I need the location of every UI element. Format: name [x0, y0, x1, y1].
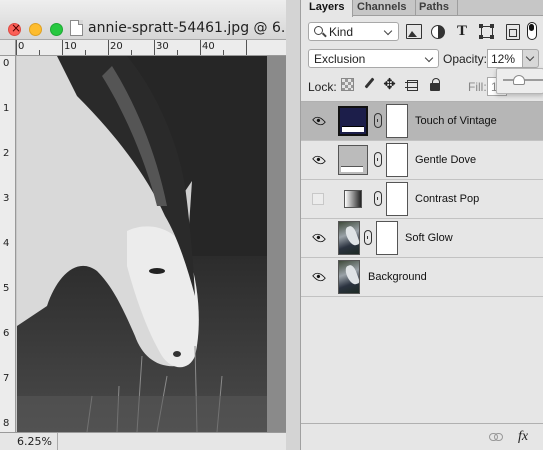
document-title: annie-spratt-54461.jpg @ 6.2... [88, 20, 284, 36]
visibility-eye-icon[interactable] [312, 114, 326, 128]
tab-layers[interactable]: Layers [301, 0, 354, 17]
ruler-label: 4 [3, 238, 10, 249]
pixel-layer-filter-icon[interactable] [406, 24, 422, 39]
adjustment-thumbnail [338, 145, 368, 175]
layer-mask-thumbnail[interactable] [376, 221, 398, 255]
document-status-bar: 6.25% [0, 432, 286, 450]
layer-name[interactable]: Touch of Vintage [415, 115, 497, 127]
horse-silhouette-art [17, 56, 267, 432]
ruler-label: 0 [3, 58, 10, 69]
layer-row[interactable]: Gentle Dove [301, 141, 543, 180]
opacity-slider-thumb[interactable] [513, 75, 525, 85]
mask-link-icon[interactable] [374, 191, 382, 206]
panel-tab-bar: Layers Channels Paths [301, 0, 543, 17]
layer-row[interactable]: Soft Glow [301, 219, 543, 258]
layer-filter-label: Kind [329, 25, 354, 39]
chevron-down-icon [383, 26, 393, 36]
document-file-icon [70, 20, 83, 36]
search-icon [314, 26, 323, 35]
layer-name[interactable]: Soft Glow [405, 232, 453, 244]
zoom-level-field[interactable]: 6.25% [0, 433, 58, 450]
visibility-off-box[interactable] [312, 193, 324, 205]
chevron-down-icon [424, 53, 434, 63]
gradient-map-thumbnail [344, 190, 362, 208]
ruler-origin[interactable] [0, 40, 16, 56]
lock-image-pixels-icon[interactable] [363, 78, 376, 91]
layer-name[interactable]: Contrast Pop [415, 193, 479, 205]
filter-toggle-switch[interactable] [527, 22, 537, 40]
vertical-ruler[interactable]: 0 1 2 3 4 5 6 7 8 [0, 56, 16, 432]
chevron-down-icon [525, 52, 535, 62]
opacity-input[interactable]: 12% [487, 49, 523, 68]
opacity-slider-popup [496, 68, 543, 94]
layer-list: Touch of Vintage Gentle Dove Contrast Po… [301, 101, 543, 423]
image-thumbnail [338, 260, 360, 294]
shape-layer-filter-icon[interactable] [479, 24, 495, 39]
type-layer-filter-icon[interactable]: T [454, 24, 470, 39]
opacity-dropdown-button[interactable] [522, 49, 539, 68]
ruler-label: 5 [3, 283, 10, 294]
ruler-label: 7 [3, 373, 10, 384]
visibility-eye-icon[interactable] [312, 270, 326, 284]
lock-all-icon[interactable] [428, 78, 441, 91]
lock-position-icon[interactable]: ✥ [383, 77, 396, 92]
tab-paths[interactable]: Paths [411, 0, 458, 16]
layers-panel: Layers Channels Paths Kind T Exclusion O… [300, 0, 543, 450]
layer-name[interactable]: Gentle Dove [415, 154, 476, 166]
minimize-window-button[interactable] [29, 23, 42, 36]
image-thumbnail [338, 221, 360, 255]
blend-mode-select[interactable]: Exclusion [308, 49, 439, 68]
ruler-label: 20 [110, 41, 123, 52]
visibility-eye-icon[interactable] [312, 153, 326, 167]
adjustment-thumbnail [338, 106, 368, 136]
horizontal-ruler[interactable]: 0 10 20 30 40 [16, 40, 286, 56]
layer-row[interactable]: Contrast Pop [301, 180, 543, 219]
ruler-label: 6 [3, 328, 10, 339]
opacity-label: Opacity: [443, 52, 488, 66]
layer-filter-select[interactable]: Kind [308, 22, 399, 41]
horse-photo [17, 56, 267, 432]
layers-panel-footer: fx [301, 423, 543, 450]
ruler-label: 3 [3, 193, 10, 204]
layer-mask-thumbnail[interactable] [386, 182, 408, 216]
ruler-label: 8 [3, 418, 10, 429]
layer-mask-thumbnail[interactable] [386, 143, 408, 177]
fill-label: Fill: [468, 80, 487, 94]
close-window-button[interactable] [8, 21, 21, 36]
document-title-bar[interactable]: annie-spratt-54461.jpg @ 6.2... [0, 0, 286, 40]
layer-row[interactable]: Touch of Vintage [301, 102, 543, 141]
ruler-label: 40 [202, 41, 215, 52]
lock-transparent-pixels-icon[interactable] [341, 78, 354, 91]
link-layers-icon[interactable] [489, 433, 503, 441]
ruler-label: 10 [64, 41, 77, 52]
lock-artboard-icon[interactable] [405, 78, 418, 91]
smart-object-filter-icon[interactable] [504, 24, 520, 40]
blend-mode-value: Exclusion [314, 52, 366, 66]
layer-name[interactable]: Background [368, 271, 427, 283]
document-canvas[interactable] [17, 56, 286, 432]
mask-link-icon[interactable] [374, 113, 382, 128]
ruler-label: 30 [156, 41, 169, 52]
ruler-label: 0 [18, 41, 25, 52]
mask-link-icon[interactable] [374, 152, 382, 167]
layer-style-fx-icon[interactable]: fx [518, 429, 528, 445]
adjustment-layer-filter-icon[interactable] [430, 24, 446, 39]
document-window: annie-spratt-54461.jpg @ 6.2... 0 10 20 … [0, 0, 286, 450]
ruler-label: 1 [3, 103, 10, 114]
mask-link-icon[interactable] [364, 230, 372, 245]
layer-mask-thumbnail[interactable] [386, 104, 408, 138]
maximize-window-button[interactable] [50, 23, 63, 36]
tab-channels[interactable]: Channels [349, 0, 416, 16]
visibility-eye-icon[interactable] [312, 231, 326, 245]
layer-row[interactable]: Background [301, 258, 543, 297]
lock-label: Lock: [308, 80, 337, 94]
ruler-label: 2 [3, 148, 10, 159]
